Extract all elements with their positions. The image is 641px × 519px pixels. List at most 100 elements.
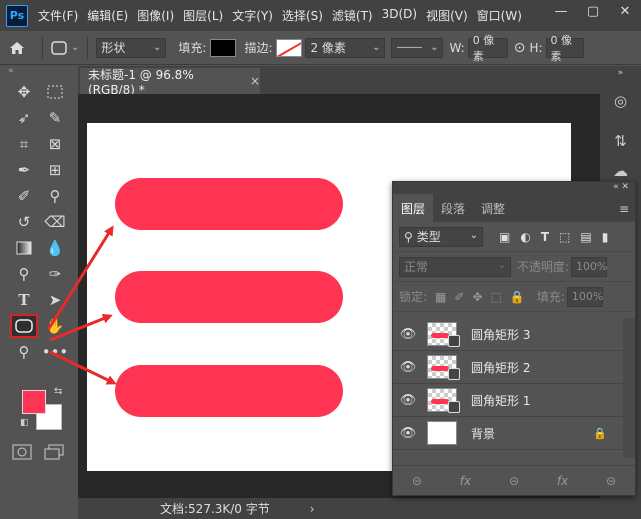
blur-tool[interactable]: 💧 [41,236,69,260]
arrow-pointer-icon: ➤ [48,291,62,309]
zoom-tool[interactable]: ⚲ [10,340,38,364]
dodge-tool[interactable]: ⚲ [10,262,38,286]
rounded-rectangle-tool[interactable] [10,314,38,338]
layer-name: 圆角矩形 2 [471,360,531,375]
filter-pixel-icon[interactable]: ▣ [499,230,510,244]
fill-color-swatch[interactable] [210,38,237,57]
history-panel-icon[interactable]: ⇅ [600,126,641,156]
filter-smart-icon[interactable]: ▤ [580,230,591,244]
menu-window[interactable]: 窗口(W) [477,7,522,24]
layers-scrollbar[interactable] [623,318,635,458]
default-colors-icon[interactable]: ◧ [20,418,29,428]
rounded-rectangle-1[interactable] [115,178,343,230]
hand-tool[interactable]: ✋ [41,314,69,338]
fill-input[interactable]: 100% [566,286,603,307]
menu-3d[interactable]: 3D(D) [382,7,417,24]
stroke-style-select[interactable]: ——— ⌄ [391,37,444,58]
brush-tool[interactable]: ✐ [10,184,38,208]
add-mask-icon[interactable]: ⊝ [509,474,519,488]
menu-select[interactable]: 选择(S) [282,7,323,24]
menu-filter[interactable]: 滤镜(T) [332,7,373,24]
stroke-color-swatch[interactable] [276,38,303,57]
quick-select-tool[interactable]: ✎ [41,106,69,130]
screen-mode-button[interactable] [44,444,66,462]
status-arrow-icon[interactable]: › [310,502,315,516]
minimize-button[interactable]: — [545,0,577,22]
opacity-input[interactable]: 100% [571,256,608,277]
type-tool[interactable]: T [10,288,38,312]
layer-row[interactable]: 👁 背景 🔒 [393,417,635,450]
eraser-tool[interactable]: ⌫ [41,210,69,234]
eyedropper-tool[interactable]: ✒ [10,158,38,182]
tab-paragraph[interactable]: 段落 [433,194,473,222]
foreground-color[interactable] [22,390,46,414]
filter-toggle-icon[interactable]: ▮ [602,230,609,244]
layer-filter-select[interactable]: ⚲ 类型 ⌄ [399,226,483,247]
frame-tool[interactable]: ⊠ [41,132,69,156]
dock-collapse-icon[interactable]: » [600,66,641,80]
home-button[interactable] [0,31,34,65]
tab-adjustments[interactable]: 调整 [473,194,513,222]
gradient-tool[interactable] [10,236,38,260]
more-tools[interactable]: ••• [41,340,69,364]
rounded-rectangle-2[interactable] [115,271,343,323]
menu-view[interactable]: 视图(V) [426,7,468,24]
eye-icon[interactable]: 👁 [393,327,423,342]
gradient-icon [16,241,32,255]
link-layers-icon[interactable]: ⊝ [412,474,422,488]
restore-button[interactable]: ▢ [577,0,609,22]
history-brush-tool[interactable]: ↺ [10,210,38,234]
filter-type-icon[interactable]: T [541,230,549,244]
eye-icon[interactable]: 👁 [393,426,423,441]
rounded-rectangle-3[interactable] [115,365,343,417]
path-select-tool[interactable]: ➤ [41,288,69,312]
lock-position-icon[interactable]: ✥ [472,290,482,304]
lock-artboard-icon[interactable]: ⬚ [491,290,502,304]
fx-icon[interactable]: fx [460,474,471,488]
fx-icon[interactable]: fx [557,474,568,488]
filter-shape-icon[interactable]: ⬚ [559,230,570,244]
tool-mode-select[interactable]: 形状 ⌄ [96,37,167,58]
lock-all-icon[interactable]: 🔒 [510,290,525,304]
collapse-icon[interactable]: « [0,66,78,80]
swap-colors-icon[interactable]: ⇆ [54,386,62,397]
close-button[interactable]: ✕ [609,0,641,22]
tool-preset-picker[interactable]: ⌄ [51,40,79,55]
marquee-tool[interactable] [41,80,69,104]
blend-mode-select[interactable]: 正常 ⌄ [399,256,511,277]
layer-row[interactable]: 👁 圆角矩形 2 [393,351,635,384]
eye-icon[interactable]: 👁 [393,393,423,408]
tab-layers[interactable]: 图层 [393,194,434,222]
menu-edit[interactable]: 编辑(E) [87,7,128,24]
width-input[interactable]: 0 像素 [467,34,508,63]
layer-row[interactable]: 👁 圆角矩形 3 [393,318,635,351]
spot-heal-tool[interactable]: ⊞ [41,158,69,182]
stamp-tool[interactable]: ⚲ [41,184,69,208]
layer-row[interactable]: 👁 圆角矩形 1 [393,384,635,417]
document-tab[interactable]: 未标题-1 @ 96.8%(RGB/8) * × [80,68,260,97]
crop-tool[interactable]: ⌗ [10,132,38,156]
menu-layer[interactable]: 图层(L) [183,7,223,24]
close-tab-icon[interactable]: × [250,74,260,88]
blend-mode-value: 正常 [404,260,429,274]
lasso-tool[interactable]: ➶ [10,106,38,130]
height-value: 0 像素 [550,33,573,63]
menu-image[interactable]: 图像(I) [137,7,174,24]
eye-icon[interactable]: 👁 [393,360,423,375]
menu-type[interactable]: 文字(Y) [232,7,273,24]
panel-collapse-icon[interactable]: « ✕ [393,182,635,194]
pen-tool[interactable]: ✑ [41,262,69,286]
link-icon[interactable]: ⊙ [514,40,526,56]
move-tool[interactable]: ✥ [10,80,38,104]
opacity-label: 不透明度: [517,260,570,274]
height-input[interactable]: 0 像素 [545,34,584,63]
lock-transparent-icon[interactable]: ▦ [435,290,446,304]
filter-adjust-icon[interactable]: ◐ [520,230,530,244]
quick-mask-button[interactable] [12,444,34,462]
link-layers-icon[interactable]: ⊝ [606,474,616,488]
menu-file[interactable]: 文件(F) [38,7,78,24]
color-panel-icon[interactable]: ◎ [600,86,641,116]
panel-menu-icon[interactable]: ≡ [619,202,629,216]
lock-pixels-icon[interactable]: ✐ [454,290,464,304]
stroke-width-field[interactable]: 2 像素 ⌄ [305,37,386,58]
